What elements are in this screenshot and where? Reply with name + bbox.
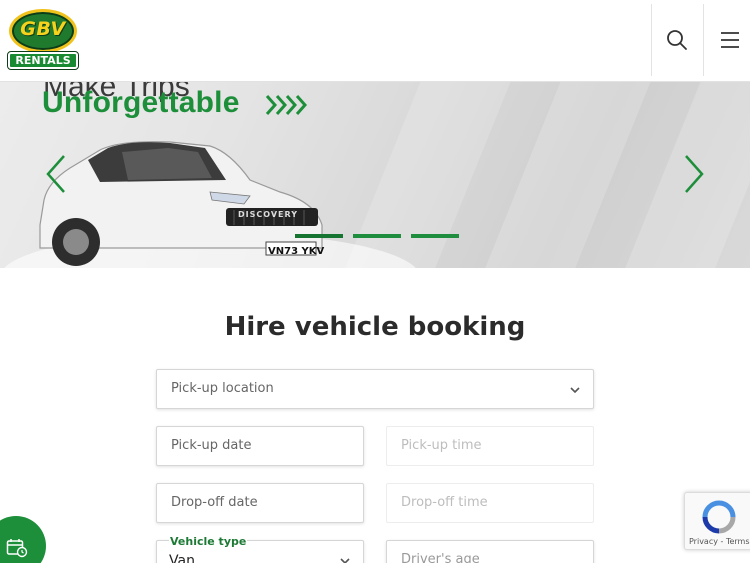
logo-gbv-text: GBV	[20, 18, 66, 40]
pickup-time-field[interactable]: Pick-up time	[386, 426, 594, 466]
recaptcha-badge[interactable]: Privacy - Terms	[684, 492, 750, 550]
car-badge: DISCOVERY	[238, 210, 299, 219]
chevron-left-icon[interactable]	[44, 154, 68, 194]
recaptcha-icon	[702, 500, 736, 534]
chevron-right-icon[interactable]	[682, 154, 706, 194]
driver-age-field[interactable]: Driver's age	[386, 540, 594, 563]
chevron-down-icon	[570, 387, 580, 394]
logo-rentals-text: RENTALS	[7, 51, 79, 70]
search-icon	[667, 30, 687, 50]
carousel-dot[interactable]	[411, 234, 459, 238]
carousel-indicators	[295, 234, 459, 238]
pickup-date-placeholder: Pick-up date	[171, 438, 252, 453]
booking-title: Hire vehicle booking	[224, 312, 526, 342]
calendar-clock-icon	[6, 539, 28, 558]
pickup-location-select[interactable]: Pick-up location	[156, 369, 594, 409]
dropoff-date-field[interactable]: Drop-off date	[156, 483, 364, 523]
recaptcha-links[interactable]: Privacy - Terms	[689, 537, 750, 546]
hero-carousel: Make Trips Unforgettable DISCOVERY VN73 …	[0, 82, 750, 268]
vehicle-type-select[interactable]: Vehicle type Van	[156, 535, 364, 563]
license-plate: VN73 YKV	[268, 246, 325, 257]
pickup-time-placeholder: Pick-up time	[401, 438, 482, 453]
dropoff-time-placeholder: Drop-off time	[401, 495, 488, 510]
hamburger-menu-icon	[721, 32, 739, 48]
vehicle-type-value: Van	[169, 553, 195, 563]
site-header: GBV RENTALS	[0, 0, 750, 82]
pickup-date-field[interactable]: Pick-up date	[156, 426, 364, 466]
dropoff-date-placeholder: Drop-off date	[171, 495, 258, 510]
carousel-dot[interactable]	[295, 234, 343, 238]
hero-headline: Unforgettable	[42, 86, 240, 119]
search-button[interactable]	[652, 4, 702, 76]
header-divider	[703, 4, 704, 76]
chevrons-graphic	[265, 95, 308, 115]
pickup-location-placeholder: Pick-up location	[171, 381, 274, 396]
menu-button[interactable]	[705, 4, 750, 76]
gbv-rentals-logo[interactable]: GBV RENTALS	[7, 9, 79, 70]
dropoff-time-field[interactable]: Drop-off time	[386, 483, 594, 523]
driver-age-placeholder: Driver's age	[401, 552, 480, 563]
chevron-down-icon	[340, 558, 350, 563]
vehicle-type-label: Vehicle type	[169, 535, 248, 548]
carousel-dot[interactable]	[353, 234, 401, 238]
